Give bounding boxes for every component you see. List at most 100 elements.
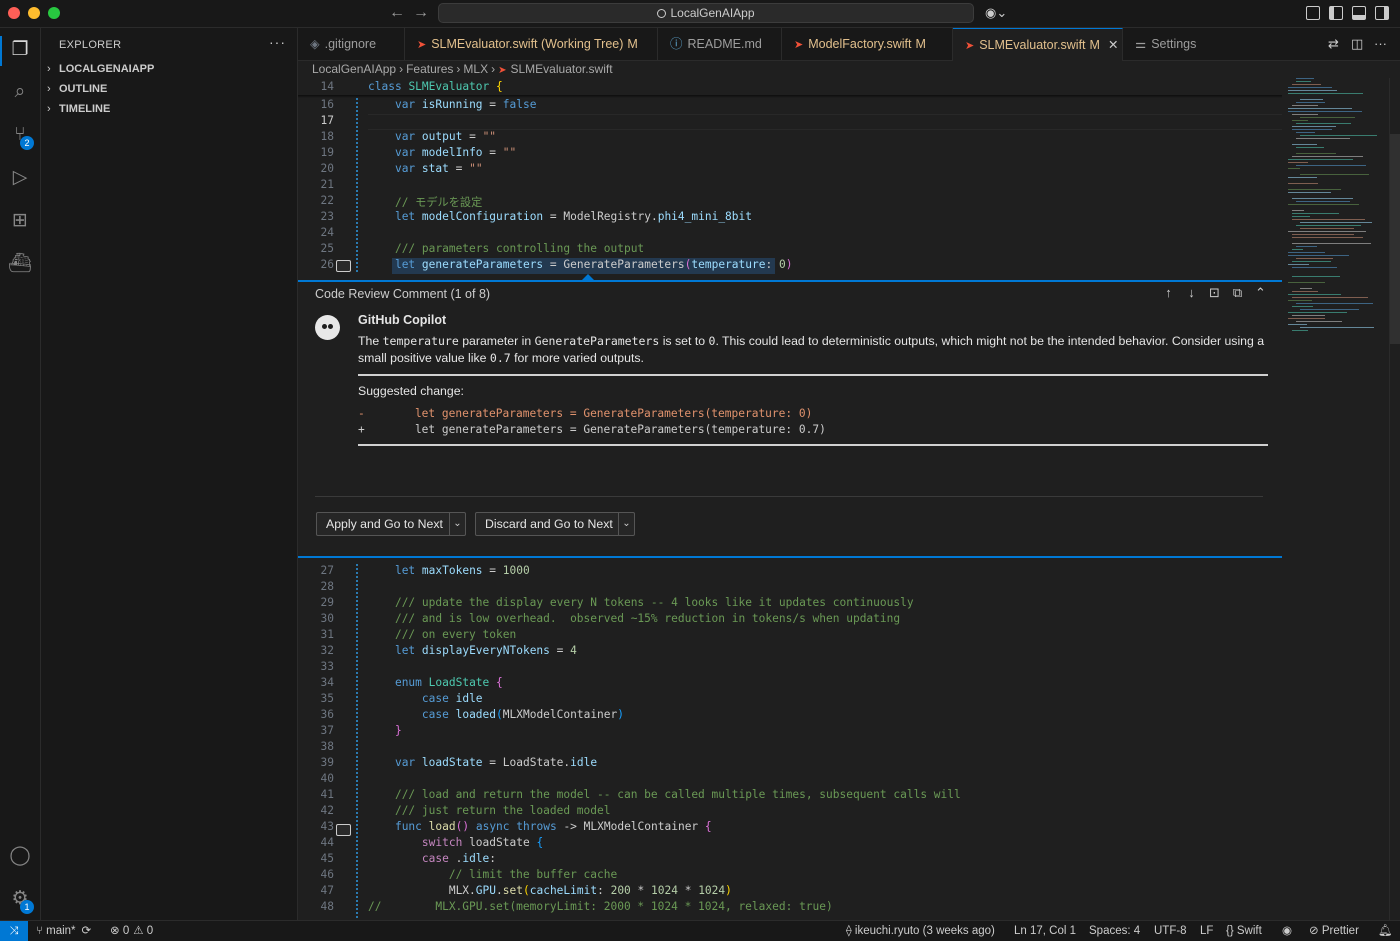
open-changes-icon[interactable]: ⇄ bbox=[1328, 36, 1339, 52]
back-arrow-icon[interactable]: ← bbox=[389, 4, 405, 22]
minimap[interactable] bbox=[1284, 78, 1388, 338]
section-localgenaiapp[interactable]: › LOCALGENAIAPP bbox=[47, 59, 154, 79]
tab-readme[interactable]: ⓘ README.md bbox=[658, 28, 782, 61]
cursor-position[interactable]: Ln 17, Col 1 bbox=[1014, 921, 1076, 941]
minimap-line bbox=[1296, 132, 1315, 133]
previous-comment-icon[interactable]: ↑ bbox=[1157, 285, 1180, 300]
apply-and-next-button[interactable]: Apply and Go to Next ⌄ bbox=[316, 512, 466, 536]
breadcrumb-item[interactable]: Features bbox=[406, 62, 453, 76]
docker-icon[interactable]: ⛴ bbox=[8, 252, 32, 276]
remote-indicator-icon[interactable]: ⤨ bbox=[0, 921, 28, 941]
tab-slmevaluator-working-tree[interactable]: ➤ SLMEvaluator.swift (Working Tree) M bbox=[405, 28, 658, 61]
breadcrumb-item[interactable]: LocalGenAIApp bbox=[312, 62, 396, 76]
encoding[interactable]: UTF-8 bbox=[1154, 921, 1187, 941]
comment-author: GitHub Copilot bbox=[358, 313, 447, 327]
explorer-files-icon[interactable]: ❐ bbox=[8, 38, 32, 62]
copilot-icon[interactable]: ◉⌄ bbox=[985, 5, 1007, 21]
chevron-down-icon[interactable]: ⌄ bbox=[618, 513, 634, 535]
collapse-icon[interactable]: ⌃ bbox=[1249, 285, 1272, 301]
tab-gitignore[interactable]: ◈ .gitignore bbox=[298, 28, 405, 61]
forward-arrow-icon[interactable]: → bbox=[413, 4, 429, 22]
chevron-down-icon[interactable]: ⌄ bbox=[449, 513, 465, 535]
review-title: Code Review Comment (1 of 8) bbox=[315, 287, 491, 301]
minimap-line bbox=[1296, 138, 1350, 139]
discard-and-next-button[interactable]: Discard and Go to Next ⌄ bbox=[475, 512, 635, 536]
git-branch[interactable]: ⑂ main* ⟳ bbox=[36, 921, 91, 941]
breadcrumb-item[interactable]: SLMEvaluator.swift bbox=[511, 62, 613, 76]
problems-indicator[interactable]: ⊗ 0 ⚠ 0 bbox=[110, 921, 153, 941]
section-timeline[interactable]: › TIMELINE bbox=[47, 99, 110, 119]
more-actions-icon[interactable]: ··· bbox=[269, 34, 286, 50]
comment: // MLX.GPU.set(memoryLimit: 2000 * 1024 … bbox=[368, 900, 833, 913]
tab-label: Settings bbox=[1151, 37, 1197, 51]
prettier-status[interactable]: ⊘ Prettier bbox=[1309, 921, 1359, 941]
copilot-avatar bbox=[315, 315, 340, 340]
minimap-line bbox=[1292, 129, 1332, 130]
minimap-line bbox=[1292, 261, 1331, 262]
line-number: 31 bbox=[320, 628, 334, 641]
brace: { bbox=[496, 80, 503, 93]
minimap-line bbox=[1300, 135, 1377, 136]
minimap-line bbox=[1288, 252, 1325, 253]
run-debug-icon[interactable]: ▷ bbox=[8, 166, 32, 190]
search-icon[interactable]: ⌕ bbox=[8, 80, 32, 104]
language-mode[interactable]: {} Swift bbox=[1226, 921, 1262, 941]
warning-count: 0 bbox=[146, 925, 154, 937]
comment-icon[interactable] bbox=[336, 824, 351, 836]
next-comment-icon[interactable]: ↓ bbox=[1180, 285, 1203, 300]
tab-slmevaluator[interactable]: ➤ SLMEvaluator.swift M ✕ bbox=[953, 28, 1123, 61]
code-line: /// just return the loaded model bbox=[368, 804, 611, 817]
split-editor-icon[interactable]: ◫ bbox=[1351, 36, 1363, 52]
tab-modelfactory[interactable]: ➤ ModelFactory.swift M bbox=[782, 28, 953, 61]
minimap-line bbox=[1292, 198, 1353, 199]
minimap-line bbox=[1288, 300, 1312, 301]
minimap-line bbox=[1288, 162, 1308, 163]
code-review-widget: Code Review Comment (1 of 8) ↑ ↓ ⊡ ⧉ ⌃ GitHu… bbox=[298, 280, 1282, 558]
activity-bar: ❐ ⌕ ⑂ 2 ▷ ⊞ ⛴ ◯ ⚙ 1 bbox=[0, 28, 41, 920]
comment-body: The temperature parameter in GeneratePar… bbox=[358, 334, 1265, 365]
accounts-icon[interactable]: ◯ bbox=[8, 844, 32, 868]
git-blame[interactable]: ⟠ ikeuchi.ryuto (3 weeks ago) bbox=[846, 921, 995, 941]
code-line: case loaded(MLXModelContainer) bbox=[421, 708, 625, 721]
customize-layout-icon[interactable] bbox=[1306, 6, 1320, 20]
minimap-line bbox=[1288, 159, 1353, 160]
section-outline[interactable]: › OUTLINE bbox=[47, 79, 107, 99]
comment: // モデルを設定 bbox=[394, 196, 483, 209]
minimap-line bbox=[1300, 174, 1369, 175]
command-center-search[interactable]: LocalGenAIApp bbox=[438, 3, 974, 23]
minimize-window-button[interactable] bbox=[28, 7, 40, 19]
section-label: LOCALGENAIAPP bbox=[59, 63, 155, 75]
close-window-button[interactable] bbox=[8, 7, 20, 19]
reply-comment-icon[interactable]: ⊡ bbox=[1203, 285, 1226, 301]
notifications-bell-icon[interactable]: 🔔︎ bbox=[1378, 921, 1393, 941]
copilot-status-icon[interactable]: ◉ bbox=[1282, 921, 1292, 941]
close-tab-icon[interactable]: ✕ bbox=[1108, 38, 1118, 52]
minimap-line bbox=[1292, 306, 1313, 307]
minimap-line bbox=[1296, 246, 1317, 247]
copy-icon[interactable]: ⧉ bbox=[1226, 285, 1249, 301]
line-number: 45 bbox=[320, 852, 334, 865]
minimap-line bbox=[1292, 276, 1340, 277]
more-actions-icon[interactable]: ··· bbox=[1374, 36, 1387, 51]
minimap-line bbox=[1292, 105, 1318, 106]
tab-settings[interactable]: ⚌ Settings bbox=[1123, 28, 1223, 61]
end-of-line[interactable]: LF bbox=[1200, 921, 1213, 941]
minimap-line bbox=[1296, 201, 1350, 202]
swift-icon: ➤ bbox=[794, 39, 804, 51]
line-number: 38 bbox=[320, 740, 334, 753]
minimap-line bbox=[1296, 225, 1361, 226]
toggle-panel-icon[interactable] bbox=[1352, 6, 1366, 20]
comment-icon[interactable] bbox=[336, 260, 351, 272]
indentation[interactable]: Spaces: 4 bbox=[1089, 921, 1140, 941]
line-number: 28 bbox=[320, 580, 334, 593]
toggle-sidebar-icon[interactable] bbox=[1329, 6, 1343, 20]
breadcrumb-item[interactable]: MLX bbox=[463, 62, 488, 76]
toggle-secondary-sidebar-icon[interactable] bbox=[1375, 6, 1389, 20]
maximize-window-button[interactable] bbox=[48, 7, 60, 19]
line-number: 42 bbox=[320, 804, 334, 817]
extensions-icon[interactable]: ⊞ bbox=[8, 209, 32, 233]
line-number: 32 bbox=[320, 644, 334, 657]
scrollbar-thumb[interactable] bbox=[1390, 134, 1400, 344]
minimap-line bbox=[1288, 168, 1300, 169]
minimap-line bbox=[1288, 204, 1359, 205]
